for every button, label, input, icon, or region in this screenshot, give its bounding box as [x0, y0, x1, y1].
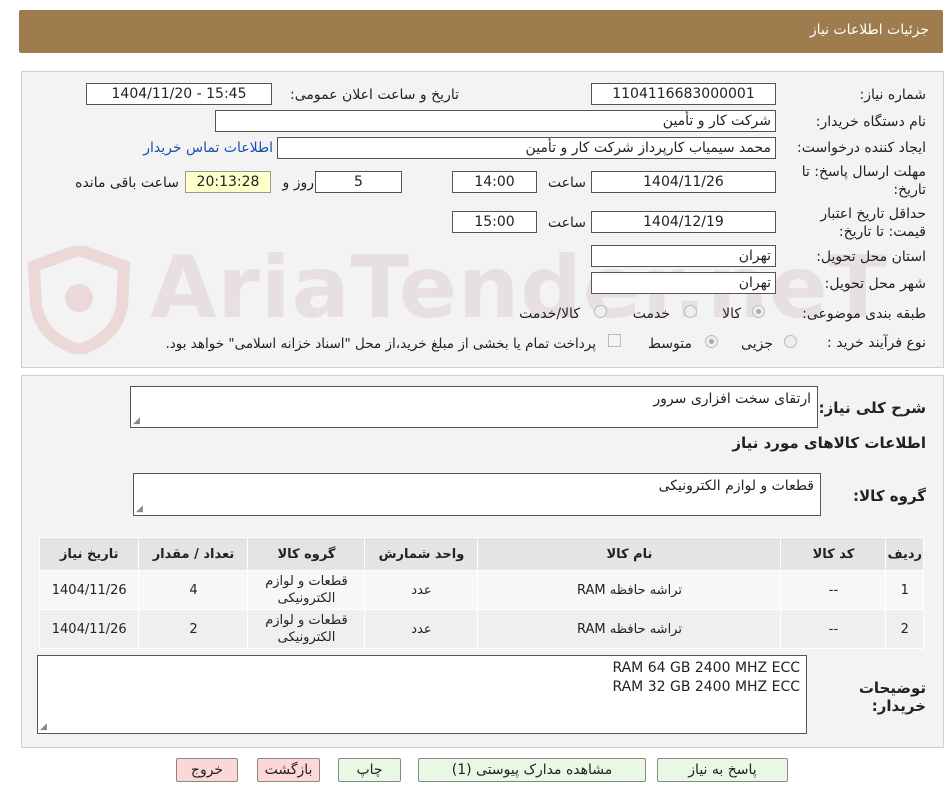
- validity-time-field: 15:00: [452, 211, 537, 233]
- category-option-goods: کالا: [722, 306, 741, 322]
- buyer-notes-label-2: خریدار:: [871, 697, 926, 715]
- buyer-notes-label: توضیحات: [858, 679, 926, 697]
- col-item-name: نام کالا: [477, 537, 782, 571]
- buyer-notes-line-2: RAM 32 GB 2400 MHZ ECC: [612, 679, 800, 695]
- respond-button[interactable]: پاسخ به نیاز: [657, 758, 788, 782]
- province-field: تهران: [591, 245, 776, 267]
- col-need-date: تاریخ نیاز: [38, 537, 140, 571]
- page-header: جزئیات اطلاعات نیاز: [19, 10, 943, 53]
- cell-unit: عدد: [364, 570, 479, 610]
- announce-date-field: 1404/11/20 - 15:45: [86, 83, 272, 105]
- general-desc-field: ارتقای سخت افزاری سرور ◢: [130, 386, 818, 428]
- cell-quantity: 2: [138, 609, 249, 649]
- treasury-bond-checkbox[interactable]: [608, 334, 621, 347]
- process-radio-medium[interactable]: [705, 335, 718, 348]
- deadline-time-field: 14:00: [452, 171, 537, 193]
- buyer-notes-field: RAM 64 GB 2400 MHZ ECC RAM 32 GB 2400 MH…: [37, 655, 807, 734]
- resize-grip-icon: ◢: [136, 504, 143, 514]
- category-option-service: خدمت: [632, 306, 670, 322]
- days-label: روز و: [282, 175, 315, 191]
- buyer-contact-link[interactable]: اطلاعات تماس خریدار: [143, 140, 273, 156]
- remaining-label: ساعت باقی مانده: [75, 175, 179, 191]
- cell-row-number: 1: [885, 570, 924, 610]
- page-title: جزئیات اطلاعات نیاز: [809, 22, 929, 38]
- deadline-label-2: تاریخ:: [893, 182, 926, 198]
- days-remaining-field: 5: [315, 171, 402, 193]
- remaining-time-field: 20:13:28: [185, 171, 271, 193]
- category-radio-goods[interactable]: [752, 305, 765, 318]
- need-number-label: شماره نیاز:: [859, 87, 927, 103]
- cell-item-code: --: [780, 570, 887, 610]
- col-item-group: گروه کالا: [247, 537, 366, 571]
- city-field: تهران: [591, 272, 776, 294]
- payment-note: پرداخت تمام یا بخشی از مبلغ خرید،از محل …: [165, 336, 596, 352]
- goods-group-label: گروه کالا:: [853, 487, 926, 505]
- process-radio-minor[interactable]: [784, 335, 797, 348]
- goods-group-text: قطعات و لوازم الکترونیکی: [658, 478, 814, 494]
- col-quantity: تعداد / مقدار: [138, 537, 249, 571]
- cell-item-name: تراشه حافظه RAM: [477, 609, 782, 649]
- back-button[interactable]: بازگشت: [257, 758, 320, 782]
- table-row: 2 -- تراشه حافظه RAM عدد قطعات و لوازم ا…: [38, 609, 924, 649]
- category-option-goods-service: کالا/خدمت: [519, 306, 580, 322]
- province-label: استان محل تحویل:: [816, 249, 926, 265]
- category-radio-service[interactable]: [684, 305, 697, 318]
- deadline-time-label: ساعت: [547, 175, 586, 191]
- cell-row-number: 2: [885, 609, 924, 649]
- view-attachments-button[interactable]: مشاهده مدارک پیوستی (1): [418, 758, 646, 782]
- exit-button[interactable]: خروج: [176, 758, 238, 782]
- creator-field: محمد سیمیاب کارپرداز شرکت کار و تأمین: [277, 137, 776, 159]
- validity-date-field: 1404/12/19: [591, 211, 776, 233]
- cell-quantity: 4: [138, 570, 249, 610]
- process-type-label: نوع فرآیند خرید :: [827, 335, 926, 351]
- cell-unit: عدد: [364, 609, 479, 649]
- deadline-label: مهلت ارسال پاسخ: تا: [801, 164, 926, 180]
- need-number-field: 1104116683000001: [591, 83, 776, 105]
- watermark-shield-icon: [27, 246, 131, 354]
- announce-date-label: تاریخ و ساعت اعلان عمومی:: [290, 87, 459, 103]
- process-option-medium: متوسط: [648, 336, 692, 352]
- cell-item-name: تراشه حافظه RAM: [477, 570, 782, 610]
- cell-need-date: 1404/11/26: [38, 609, 140, 649]
- col-row-number: ردیف: [885, 537, 924, 571]
- cell-item-group: قطعات و لوازم الکترونیکی: [247, 609, 366, 649]
- goods-table: ردیف کد کالا نام کالا واحد شمارش گروه کا…: [38, 537, 924, 649]
- goods-group-field: قطعات و لوازم الکترونیکی ◢: [133, 473, 821, 516]
- validity-time-label: ساعت: [547, 215, 586, 231]
- validity-label: حداقل تاریخ اعتبار: [820, 206, 926, 222]
- cell-need-date: 1404/11/26: [38, 570, 140, 610]
- col-unit: واحد شمارش: [364, 537, 479, 571]
- general-desc-text: ارتقای سخت افزاری سرور: [653, 391, 811, 407]
- resize-grip-icon: ◢: [40, 722, 47, 732]
- cell-item-group: قطعات و لوازم الکترونیکی: [247, 570, 366, 610]
- col-item-code: کد کالا: [780, 537, 887, 571]
- general-desc-label: شرح کلی نیاز:: [818, 399, 926, 417]
- deadline-date-field: 1404/11/26: [591, 171, 776, 193]
- creator-label: ایجاد کننده درخواست:: [797, 140, 926, 156]
- goods-info-title: اطلاعات کالاهای مورد نیاز: [732, 434, 926, 452]
- city-label: شهر محل تحویل:: [824, 276, 926, 292]
- validity-label-2: قیمت: تا تاریخ:: [838, 224, 926, 240]
- cell-item-code: --: [780, 609, 887, 649]
- table-header-row: ردیف کد کالا نام کالا واحد شمارش گروه کا…: [38, 537, 924, 571]
- category-label: طبقه بندی موضوعی:: [802, 306, 926, 322]
- buyer-notes-line-1: RAM 64 GB 2400 MHZ ECC: [612, 660, 800, 676]
- resize-grip-icon: ◢: [133, 416, 140, 426]
- buyer-org-label: نام دستگاه خریدار:: [815, 114, 926, 130]
- table-row: 1 -- تراشه حافظه RAM عدد قطعات و لوازم ا…: [38, 570, 924, 610]
- process-option-minor: جزیی: [741, 336, 773, 352]
- buyer-org-field: شرکت کار و تأمین: [215, 110, 776, 132]
- print-button[interactable]: چاپ: [338, 758, 401, 782]
- category-radio-goods-service[interactable]: [594, 305, 607, 318]
